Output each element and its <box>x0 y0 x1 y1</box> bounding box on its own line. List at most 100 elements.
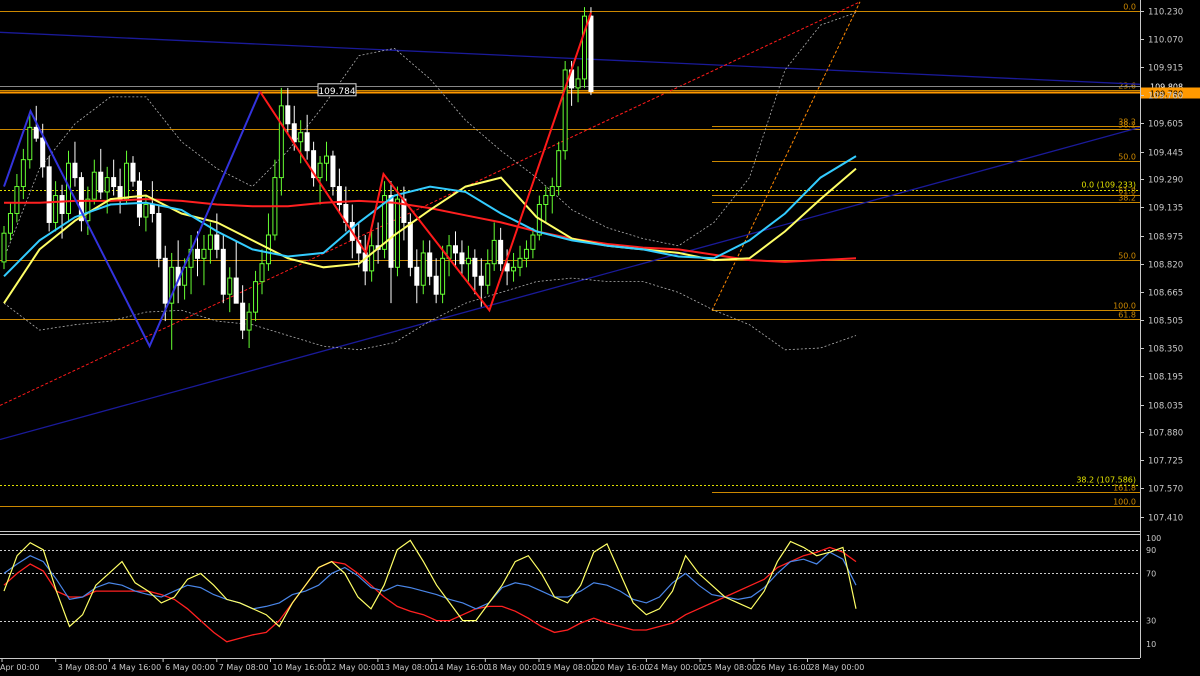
fib-level-label: 61.8 <box>1118 311 1136 320</box>
candle-bear <box>156 212 162 259</box>
candle-bear <box>233 277 239 304</box>
candle-bear <box>362 252 368 272</box>
time-tick-label: 7 May 08:00 <box>219 663 269 672</box>
time-tick-label: 10 May 16:00 <box>273 663 328 672</box>
candle-bear <box>33 126 39 139</box>
price-tick-label: 108.035 <box>1148 402 1183 412</box>
forex-chart: 0.023.638.250.061.8100.038.250.061.838.2… <box>0 0 1200 676</box>
candle-bear <box>111 177 117 188</box>
candle-bull <box>1 232 7 263</box>
osc-level-label: 30 <box>1146 617 1156 626</box>
candle-bull <box>227 277 233 295</box>
time-tick-label: 4 May 16:00 <box>111 663 161 672</box>
candle-bull <box>523 248 529 259</box>
candle-bear <box>427 252 433 277</box>
candle-bull <box>20 159 26 188</box>
price-tick-label: 108.195 <box>1148 373 1183 383</box>
candle-bear <box>588 15 594 92</box>
time-tick-label: 25 May 08:00 <box>702 663 757 672</box>
time-tick-label: 12 May 00:00 <box>326 663 381 672</box>
candle-bear <box>72 162 78 179</box>
candle-bear <box>220 248 226 295</box>
candle-bull <box>530 234 536 250</box>
candle-bear <box>195 248 200 259</box>
candle-bull <box>556 150 562 188</box>
candle-bull <box>324 155 329 164</box>
candle-bull <box>91 171 97 200</box>
candle-bull <box>85 198 91 222</box>
osc-level-label: 10 <box>1146 640 1156 649</box>
candle-bear <box>388 195 394 268</box>
candle-bull <box>27 126 33 161</box>
fib-level-label: 50.0 <box>1118 153 1136 162</box>
candle-bear <box>453 245 458 254</box>
candle-bear <box>498 239 504 265</box>
candle-bear <box>472 257 478 277</box>
chart-background <box>0 0 1200 676</box>
fib-level-label: 38.2 <box>1118 118 1136 127</box>
fib-level-label: 161.8 <box>1113 484 1136 493</box>
candle-bull <box>253 281 259 313</box>
candle-bear <box>40 137 46 168</box>
candle-bear <box>414 266 420 286</box>
time-tick-label: 20 May 16:00 <box>595 663 650 672</box>
candle-bull <box>543 195 549 206</box>
candle-bear <box>478 275 484 286</box>
fib-level-label: 0.0 <box>1123 3 1136 12</box>
peak-label-text: 109.784 <box>318 87 355 97</box>
time-tick-label: Apr 00:00 <box>0 663 39 672</box>
time-tick-label: 18 May 00:00 <box>487 663 542 672</box>
candle-bull <box>369 245 375 272</box>
candle-bull <box>517 257 523 268</box>
candle-bull <box>278 105 284 179</box>
candle-bull <box>575 78 581 89</box>
price-tick-label: 107.570 <box>1148 485 1183 495</box>
fib-level-label: 100.0 <box>1113 302 1136 311</box>
price-tick-label: 108.505 <box>1148 317 1183 327</box>
candle-bear <box>285 105 291 125</box>
fib-level-label: 50.0 <box>1118 252 1136 261</box>
fib-level-label: 38.2 <box>1118 194 1136 203</box>
candle-bull <box>298 132 304 143</box>
price-tick-label: 109.760 <box>1148 92 1183 102</box>
candle-bear <box>149 204 155 214</box>
candle-bull <box>104 177 110 193</box>
osc-level-label: 70 <box>1146 569 1156 578</box>
osc-level-label: 100 <box>1146 534 1161 543</box>
candle-bear <box>433 275 439 295</box>
time-tick-label: 26 May 16:00 <box>756 663 811 672</box>
fib-dotted-label: 0.0 (109.233) <box>1081 181 1136 190</box>
candle-bull <box>491 239 497 265</box>
candle-bull <box>317 162 323 179</box>
candle-bear <box>162 257 168 304</box>
price-tick-label: 109.915 <box>1148 64 1183 74</box>
candle-bear <box>240 302 246 331</box>
candle-bear <box>214 234 220 250</box>
fib-level-label: 100.0 <box>1113 498 1136 507</box>
candle-bull <box>143 204 149 218</box>
time-tick-label: 28 May 00:00 <box>810 663 865 672</box>
candle-bull <box>511 266 517 272</box>
price-tick-label: 107.725 <box>1148 457 1183 467</box>
candle-bull <box>420 252 426 286</box>
candle-bull <box>246 311 252 331</box>
time-tick-label: 19 May 08:00 <box>541 663 596 672</box>
price-tick-label: 109.445 <box>1148 149 1183 159</box>
price-tick-label: 109.135 <box>1148 204 1183 214</box>
time-tick-label: 24 May 00:00 <box>648 663 703 672</box>
candle-bear <box>130 162 136 182</box>
candle-bull <box>14 186 20 214</box>
price-tick-label: 108.975 <box>1148 233 1183 243</box>
price-tick-label: 110.230 <box>1148 8 1183 18</box>
osc-level-label: 90 <box>1146 546 1156 555</box>
price-tick-label: 109.290 <box>1148 176 1183 186</box>
candle-bull <box>549 186 555 197</box>
candle-bull <box>465 257 471 265</box>
price-tick-label: 110.070 <box>1148 36 1183 46</box>
candle-bull <box>124 162 130 200</box>
time-tick-label: 3 May 08:00 <box>58 663 108 672</box>
time-tick-label: 6 May 00:00 <box>165 663 215 672</box>
candle-bear <box>59 195 65 214</box>
price-tick-label: 107.880 <box>1148 429 1183 439</box>
price-tick-label: 109.605 <box>1148 120 1183 130</box>
